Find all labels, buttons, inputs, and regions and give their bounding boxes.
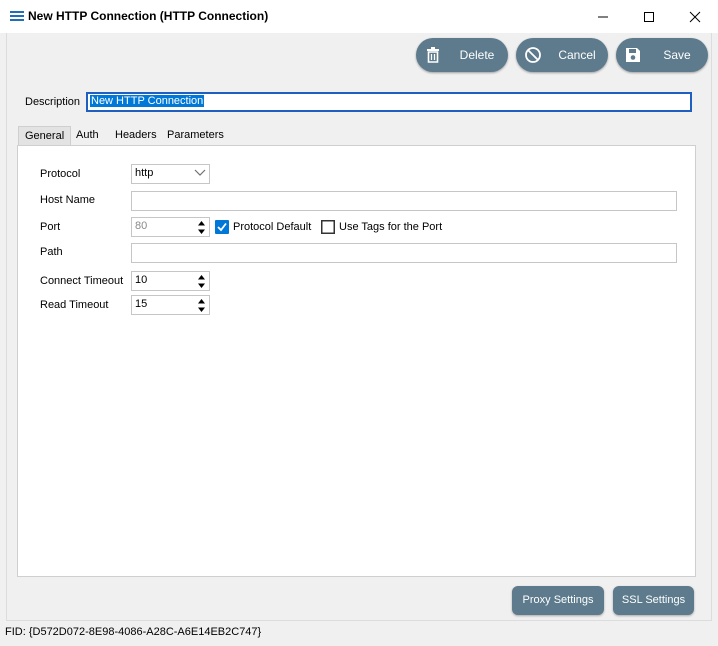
- cancel-button[interactable]: Cancel: [516, 38, 608, 72]
- ssl-settings-button[interactable]: SSL Settings: [613, 586, 694, 615]
- protocol-default-label[interactable]: Protocol Default: [233, 221, 311, 233]
- tab-general[interactable]: General: [18, 126, 72, 145]
- delete-button[interactable]: Delete: [416, 38, 508, 72]
- use-tags-label[interactable]: Use Tags for the Port: [339, 221, 442, 233]
- tab-parameters[interactable]: Parameters: [161, 126, 230, 145]
- connect-timeout-label: Connect Timeout: [40, 275, 124, 287]
- protocol-value: http: [135, 167, 154, 179]
- save-label: Save: [663, 48, 691, 62]
- close-icon: [689, 11, 701, 23]
- port-label: Port: [40, 221, 61, 233]
- host-name-input[interactable]: [131, 191, 677, 211]
- trash-icon: [427, 47, 439, 63]
- title-bar: New HTTP Connection (HTTP Connection): [0, 0, 718, 33]
- read-timeout-value: 15: [135, 298, 148, 310]
- read-timeout-label: Read Timeout: [40, 299, 109, 311]
- spin-arrows-icon[interactable]: [197, 298, 206, 313]
- save-button[interactable]: Save: [616, 38, 708, 72]
- port-stepper[interactable]: 80: [131, 217, 210, 237]
- connect-timeout-value: 10: [135, 274, 148, 286]
- protocol-default-checkbox[interactable]: [215, 220, 229, 234]
- port-value: 80: [135, 220, 148, 232]
- path-input[interactable]: [131, 243, 677, 263]
- chevron-down-icon: [194, 169, 206, 176]
- spin-arrows-icon[interactable]: [197, 220, 206, 235]
- app-menu-icon[interactable]: [10, 10, 24, 22]
- close-button[interactable]: [672, 0, 718, 33]
- cancel-label: Cancel: [558, 48, 596, 62]
- fid-label: FID: {D572D072-8E98-4086-A28C-A6E14EB2C7…: [5, 626, 262, 638]
- spin-arrows-icon[interactable]: [197, 274, 206, 289]
- floppy-disk-icon: [626, 48, 640, 62]
- connect-timeout-stepper[interactable]: 10: [131, 271, 210, 291]
- proxy-settings-button[interactable]: Proxy Settings: [512, 586, 604, 615]
- maximize-button[interactable]: [626, 0, 672, 33]
- read-timeout-stepper[interactable]: 15: [131, 295, 210, 315]
- description-input[interactable]: New HTTP Connection: [86, 92, 692, 112]
- description-label: Description: [25, 96, 81, 108]
- host-name-label: Host Name: [40, 194, 96, 206]
- minimize-button[interactable]: [580, 0, 626, 33]
- protocol-label: Protocol: [40, 168, 81, 180]
- cancel-icon: [525, 47, 541, 63]
- use-tags-checkbox[interactable]: [321, 220, 335, 234]
- tab-auth[interactable]: Auth: [70, 126, 105, 145]
- maximize-icon: [644, 12, 654, 22]
- tab-headers[interactable]: Headers: [109, 126, 163, 145]
- window-title: New HTTP Connection (HTTP Connection): [28, 9, 269, 23]
- description-value: New HTTP Connection: [90, 95, 205, 107]
- delete-label: Delete: [459, 48, 495, 62]
- minimize-icon: [598, 16, 608, 18]
- path-label: Path: [40, 246, 63, 258]
- protocol-select[interactable]: http: [131, 164, 210, 184]
